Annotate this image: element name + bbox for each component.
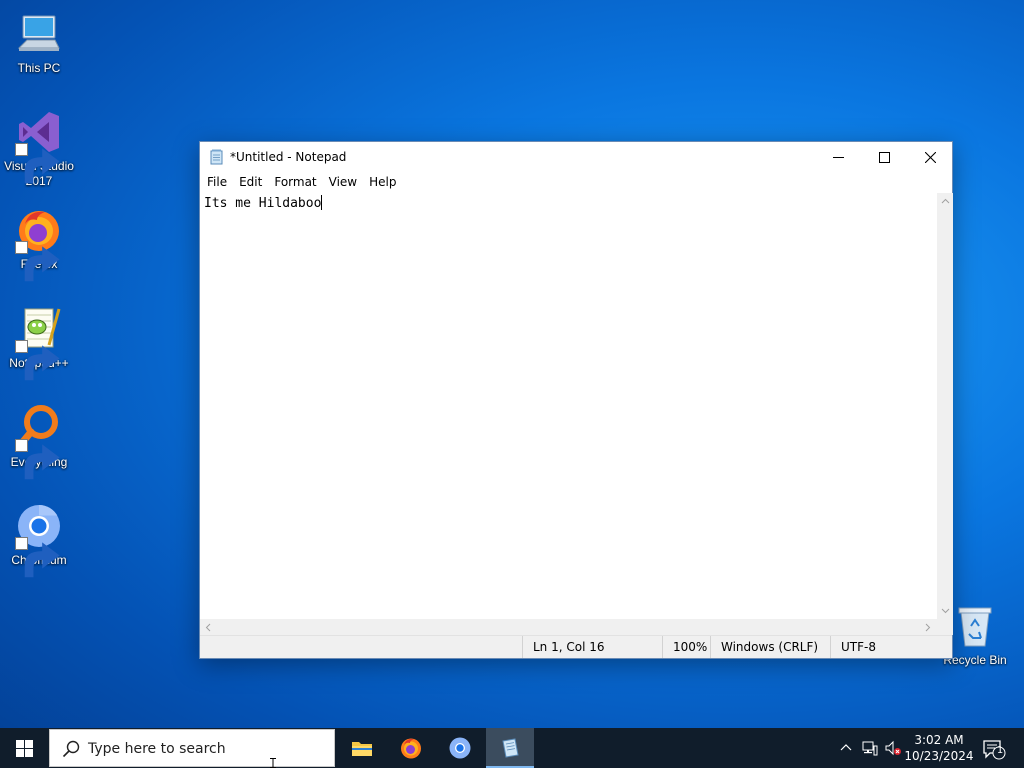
desktop-icon-chromium[interactable]: Chromium <box>0 502 78 578</box>
scrollbar-corner <box>937 619 953 635</box>
notepadpp-icon <box>15 305 63 381</box>
taskbar-notepad[interactable] <box>486 728 534 768</box>
shortcut-arrow-icon <box>15 537 60 578</box>
file-explorer-icon <box>352 742 372 756</box>
menu-help[interactable]: Help <box>363 172 402 192</box>
chevron-up-icon <box>840 744 852 751</box>
shortcut-arrow-icon <box>15 439 60 480</box>
firefox-icon <box>15 206 63 282</box>
network-tray-button[interactable] <box>862 740 878 756</box>
taskbar-file-explorer[interactable] <box>338 728 386 768</box>
status-position: Ln 1, Col 16 <box>522 636 662 658</box>
action-center-button[interactable]: 1 <box>982 738 1006 760</box>
minimize-icon <box>832 156 844 158</box>
desktop-icon-everything[interactable]: Everything <box>0 404 78 480</box>
scroll-up-icon[interactable] <box>941 197 950 206</box>
scroll-right-icon[interactable] <box>923 623 932 632</box>
windows-logo-icon <box>15 739 33 757</box>
desktop-icon-notepadpp[interactable]: Notepad++ <box>0 305 78 381</box>
recycle-bin-icon <box>951 602 999 650</box>
desktop-icon-firefox[interactable]: Firefox <box>0 206 78 282</box>
menu-edit[interactable]: Edit <box>233 172 268 192</box>
computer-icon <box>15 10 63 58</box>
menu-view[interactable]: View <box>323 172 363 192</box>
maximize-button[interactable] <box>861 142 907 172</box>
close-button[interactable] <box>907 142 953 172</box>
start-button[interactable] <box>0 728 48 768</box>
search-placeholder: Type here to search <box>88 741 226 757</box>
menu-bar: File Edit Format View Help <box>200 172 952 192</box>
status-bar: Ln 1, Col 16 100% Windows (CRLF) UTF-8 <box>200 635 952 658</box>
text-caret <box>321 195 323 210</box>
network-icon <box>862 741 878 756</box>
taskbar-firefox[interactable] <box>387 728 435 768</box>
vertical-scrollbar[interactable] <box>937 193 953 619</box>
horizontal-scrollbar[interactable] <box>200 619 937 635</box>
shortcut-arrow-icon <box>15 143 60 184</box>
volume-tray-button[interactable] <box>885 740 901 756</box>
status-encoding: UTF-8 <box>830 636 952 658</box>
chromium-icon <box>15 502 63 578</box>
notepad-icon <box>209 149 225 165</box>
close-icon <box>924 151 936 163</box>
desktop-icon-this-pc[interactable]: This PC <box>0 10 78 76</box>
text-editor[interactable]: Its me Hildaboo <box>200 193 937 619</box>
notepad-window[interactable]: *Untitled - Notepad File Edit Format Vie… <box>199 141 953 659</box>
clock-date: 10/23/2024 <box>904 749 974 763</box>
window-title: *Untitled - Notepad <box>230 150 347 164</box>
scroll-left-icon[interactable] <box>204 623 213 632</box>
status-zoom: 100% <box>662 636 710 658</box>
desktop-icon-label: This PC <box>17 61 61 75</box>
menu-file[interactable]: File <box>201 172 233 192</box>
status-line-ending: Windows (CRLF) <box>710 636 830 658</box>
visual-studio-icon <box>15 108 63 184</box>
text-cursor-icon <box>270 758 276 768</box>
taskbar-search-box[interactable]: Type here to search <box>49 729 335 767</box>
everything-icon <box>15 404 63 480</box>
firefox-icon <box>401 738 421 759</box>
scroll-down-icon[interactable] <box>941 606 950 615</box>
taskbar: Type here to search 3:02 AM 10/23/2024 1 <box>0 728 1024 768</box>
notification-count: 1 <box>996 745 1004 756</box>
desktop-icon-visual-studio[interactable]: Visual Studio 2017 <box>0 108 78 189</box>
search-icon <box>62 740 80 758</box>
editor-content: Its me Hildaboo <box>204 196 322 211</box>
clock-time: 3:02 AM <box>914 733 964 747</box>
minimize-button[interactable] <box>815 142 861 172</box>
taskbar-chromium[interactable] <box>436 728 484 768</box>
shortcut-arrow-icon <box>15 340 60 381</box>
taskbar-clock[interactable]: 3:02 AM 10/23/2024 <box>902 732 976 764</box>
notepad-icon <box>502 738 519 758</box>
menu-format[interactable]: Format <box>268 172 322 192</box>
show-hidden-icons-button[interactable] <box>838 740 854 756</box>
volume-muted-icon <box>885 740 901 756</box>
maximize-icon <box>878 151 890 163</box>
chromium-icon <box>449 737 471 759</box>
shortcut-arrow-icon <box>15 241 60 282</box>
title-bar[interactable]: *Untitled - Notepad <box>200 142 952 172</box>
